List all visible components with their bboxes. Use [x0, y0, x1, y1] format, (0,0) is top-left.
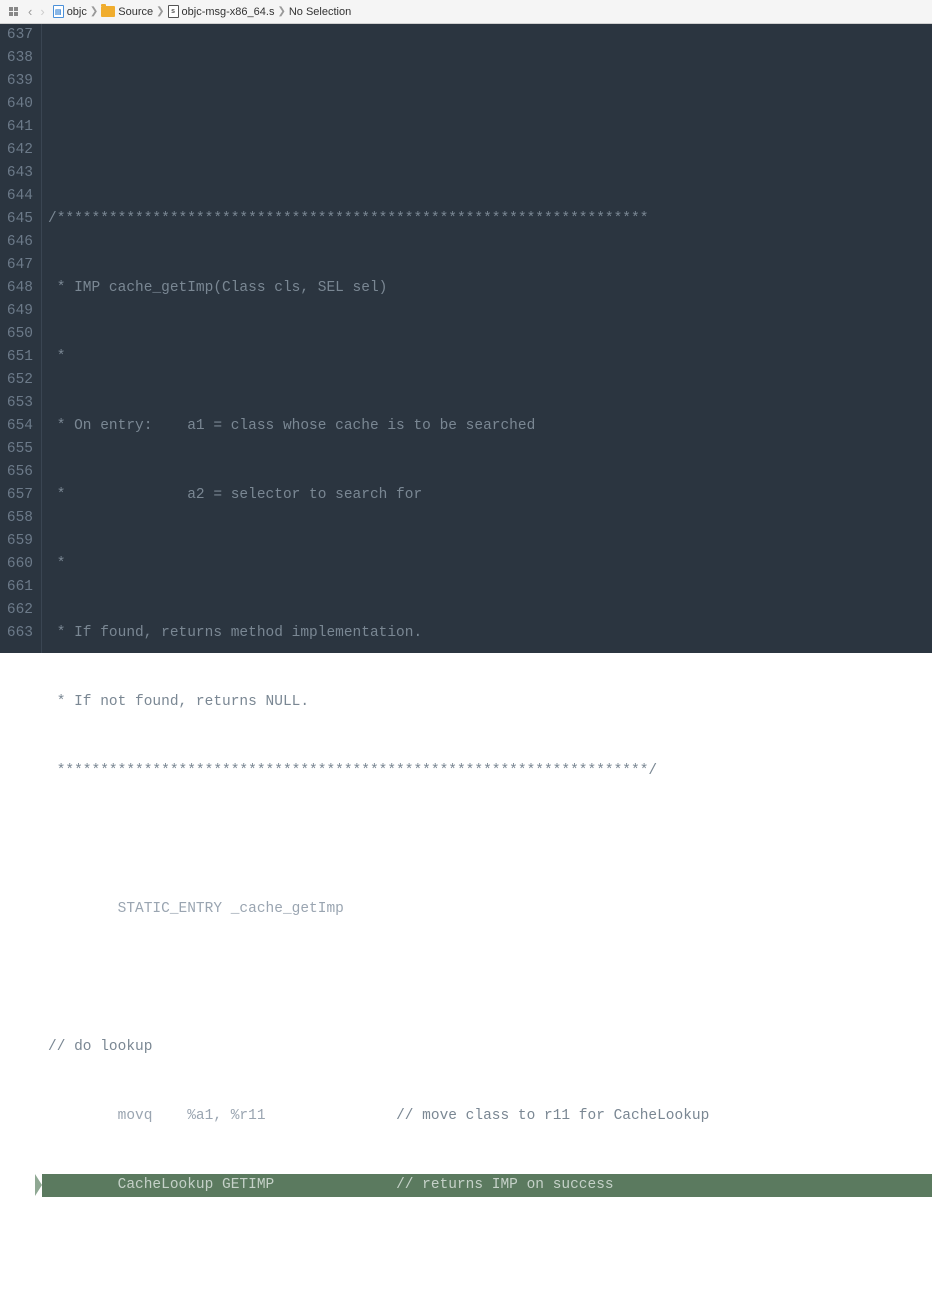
line-number: 657: [4, 484, 33, 507]
toolbar: ‹ › ▤ objc ❯ Source ❯ s objc-msg-x86_64.…: [0, 0, 932, 24]
line-number: 662: [4, 599, 33, 622]
line-number: 646: [4, 231, 33, 254]
project-icon: ▤: [53, 5, 64, 18]
code-line: *: [42, 553, 932, 576]
code-line: [42, 967, 932, 990]
line-number: 652: [4, 369, 33, 392]
execution-pointer-icon: [35, 1174, 42, 1196]
assembly-file-icon: s: [168, 5, 179, 18]
chevron-right-icon: ❯: [153, 6, 167, 17]
line-number: 656: [4, 461, 33, 484]
code-line: * On entry: a1 = class whose cache is to…: [42, 415, 932, 438]
nav-forward-button[interactable]: ›: [36, 4, 48, 19]
line-number: 648: [4, 277, 33, 300]
line-number: 640: [4, 93, 33, 116]
line-number: 654: [4, 415, 33, 438]
line-number: 644: [4, 185, 33, 208]
breadcrumb-project-label: objc: [67, 6, 87, 18]
breadcrumb-file-label: objc-msg-x86_64.s: [182, 6, 275, 18]
breadcrumb-selection-label: No Selection: [289, 6, 351, 18]
code-line: * If not found, returns NULL.: [42, 691, 932, 714]
line-number: 661: [4, 576, 33, 599]
line-number: 660: [4, 553, 33, 576]
line-number: 645: [4, 208, 33, 231]
line-number: 650: [4, 323, 33, 346]
line-number: 643: [4, 162, 33, 185]
code-line: [42, 829, 932, 852]
code-line: ****************************************…: [42, 760, 932, 783]
line-number-gutter: 6376386396406416426436446456466476486496…: [0, 24, 42, 653]
code-line: * IMP cache_getImp(Class cls, SEL sel): [42, 277, 932, 300]
code-line: STATIC_ENTRY _cache_getImp: [42, 898, 932, 921]
breadcrumb: ▤ objc ❯ Source ❯ s objc-msg-x86_64.s ❯ …: [49, 5, 356, 18]
code-line: /***************************************…: [42, 208, 932, 231]
line-number: 641: [4, 116, 33, 139]
line-number: 642: [4, 139, 33, 162]
nav-back-button[interactable]: ‹: [24, 4, 36, 19]
related-items-icon[interactable]: [4, 3, 22, 21]
folder-icon: [101, 6, 115, 17]
breadcrumb-selection[interactable]: No Selection: [289, 6, 351, 18]
code-line: movq %a1, %r11 // move class to r11 for …: [42, 1105, 932, 1128]
code-line: *: [42, 346, 932, 369]
line-number: 639: [4, 70, 33, 93]
line-number: 647: [4, 254, 33, 277]
line-number: 649: [4, 300, 33, 323]
code-line: // do lookup: [42, 1036, 932, 1059]
line-number: 653: [4, 392, 33, 415]
code-area[interactable]: /***************************************…: [42, 24, 932, 653]
code-line: * If found, returns method implementatio…: [42, 622, 932, 645]
line-number: 659: [4, 530, 33, 553]
code-line: [42, 70, 932, 93]
line-number: 658: [4, 507, 33, 530]
breadcrumb-file[interactable]: s objc-msg-x86_64.s: [168, 5, 275, 18]
breadcrumb-folder-label: Source: [118, 6, 153, 18]
line-number: 663: [4, 622, 33, 645]
code-line: [42, 139, 932, 162]
chevron-right-icon: ❯: [274, 6, 288, 17]
line-number: 651: [4, 346, 33, 369]
breadcrumb-folder[interactable]: Source: [101, 6, 153, 18]
chevron-right-icon: ❯: [87, 6, 101, 17]
line-number: 638: [4, 47, 33, 70]
breadcrumb-project[interactable]: ▤ objc: [53, 5, 87, 18]
code-editor[interactable]: 6376386396406416426436446456466476486496…: [0, 24, 932, 653]
code-line: [42, 1243, 932, 1266]
code-line: * a2 = selector to search for: [42, 484, 932, 507]
highlighted-line: CacheLookup GETIMP // returns IMP on suc…: [42, 1174, 932, 1197]
line-number: 655: [4, 438, 33, 461]
line-number: 637: [4, 24, 33, 47]
